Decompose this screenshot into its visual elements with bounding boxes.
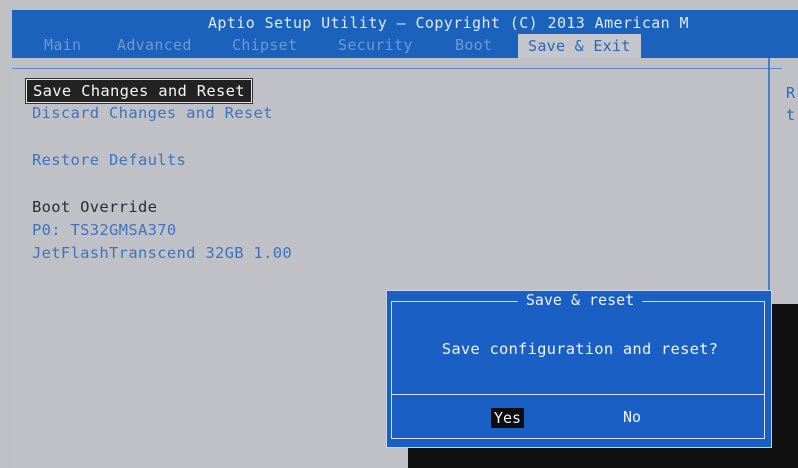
tab-advanced[interactable]: Advanced — [117, 36, 192, 54]
menu-item-boot-device-usb[interactable]: JetFlashTranscend 32GB 1.00 — [32, 244, 292, 262]
tab-security[interactable]: Security — [338, 36, 413, 54]
menu-item-save-changes-reset[interactable]: Save Changes and Reset — [26, 79, 252, 103]
menu-item-boot-device-p0[interactable]: P0: TS32GMSA370 — [32, 221, 176, 239]
tab-main[interactable]: Main — [44, 36, 81, 54]
menu-item-discard-changes-reset[interactable]: Discard Changes and Reset — [32, 104, 273, 122]
dialog-title-text: Save & reset — [517, 291, 643, 309]
tab-bar: Main Advanced Chipset Security Boot Save… — [12, 34, 798, 58]
panel-top-border — [12, 68, 782, 69]
save-reset-dialog: Save & reset Save configuration and rese… — [386, 290, 772, 448]
tab-chipset[interactable]: Chipset — [232, 36, 297, 54]
yes-button[interactable]: Yes — [491, 408, 525, 428]
app-title: Aptio Setup Utility – Copyright (C) 2013… — [208, 14, 689, 32]
help-text-line-2: t — [786, 106, 796, 124]
bios-header: Aptio Setup Utility – Copyright (C) 2013… — [12, 10, 798, 58]
dialog-title: Save & reset — [387, 290, 773, 309]
no-button[interactable]: No — [623, 408, 641, 426]
menu-item-restore-defaults[interactable]: Restore Defaults — [32, 151, 186, 169]
tab-save-exit[interactable]: Save & Exit — [518, 34, 641, 58]
boot-override-heading: Boot Override — [32, 198, 158, 216]
dialog-separator — [391, 394, 765, 395]
dialog-frame — [391, 301, 765, 439]
tab-boot[interactable]: Boot — [455, 36, 492, 54]
help-panel: R t — [786, 82, 795, 126]
help-text-line-1: R — [786, 84, 796, 102]
dialog-message: Save configuration and reset? — [441, 340, 719, 358]
